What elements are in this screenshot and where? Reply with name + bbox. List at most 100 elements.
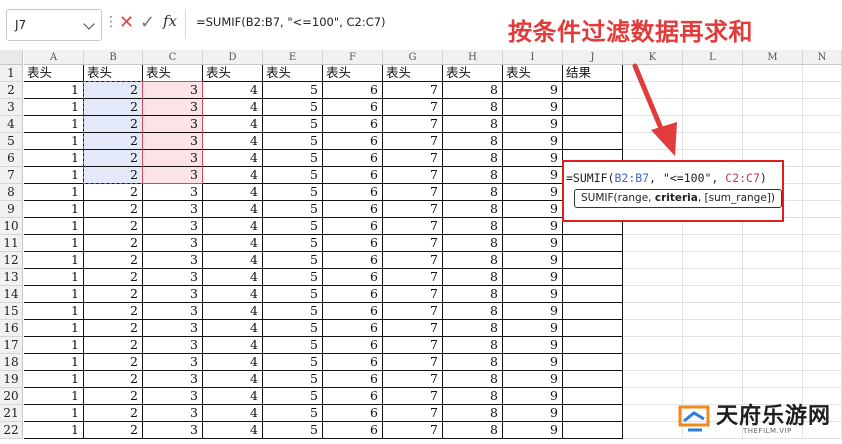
cell-d16[interactable]: 4 (203, 320, 263, 337)
cell-e16[interactable]: 5 (263, 320, 323, 337)
row-header-3[interactable]: 3 (0, 99, 23, 116)
cell-a20[interactable]: 1 (24, 388, 84, 405)
cell-l12[interactable] (683, 252, 743, 269)
cell-j3[interactable] (563, 99, 623, 116)
column-header-i[interactable]: I (503, 50, 563, 65)
cell-i2[interactable]: 9 (503, 82, 563, 99)
cell-e5[interactable]: 5 (263, 133, 323, 150)
column-header-g[interactable]: G (383, 50, 443, 65)
cell-k13[interactable] (623, 269, 683, 286)
column-header-j[interactable]: J (563, 50, 623, 65)
cell-l17[interactable] (683, 337, 743, 354)
cell-i4[interactable]: 9 (503, 116, 563, 133)
cell-h8[interactable]: 8 (443, 184, 503, 201)
cell-f4[interactable]: 6 (323, 116, 383, 133)
cell-l13[interactable] (683, 269, 743, 286)
row-header-1[interactable]: 1 (0, 65, 23, 82)
cell-l14[interactable] (683, 286, 743, 303)
cell-g7[interactable]: 7 (383, 167, 443, 184)
column-header-h[interactable]: H (443, 50, 503, 65)
cell-g12[interactable]: 7 (383, 252, 443, 269)
cell-c9[interactable]: 3 (143, 201, 203, 218)
cell-e4[interactable]: 5 (263, 116, 323, 133)
cell-m2[interactable] (743, 82, 803, 99)
cell-j11[interactable] (563, 235, 623, 252)
cell-a18[interactable]: 1 (24, 354, 84, 371)
cell-k14[interactable] (623, 286, 683, 303)
cell-b12[interactable]: 2 (84, 252, 143, 269)
cell-m11[interactable] (743, 235, 803, 252)
cell-m18[interactable] (743, 354, 803, 371)
cell-e2[interactable]: 5 (263, 82, 323, 99)
cell-e18[interactable]: 5 (263, 354, 323, 371)
cell-d10[interactable]: 4 (203, 218, 263, 235)
row-header-17[interactable]: 17 (0, 337, 23, 354)
cell-g17[interactable]: 7 (383, 337, 443, 354)
cell-f3[interactable]: 6 (323, 99, 383, 116)
cell-b1[interactable]: 表头 (84, 65, 143, 82)
cell-k16[interactable] (623, 320, 683, 337)
select-all-corner[interactable] (0, 50, 23, 65)
cell-h7[interactable]: 8 (443, 167, 503, 184)
cell-c1[interactable]: 表头 (143, 65, 203, 82)
cell-g8[interactable]: 7 (383, 184, 443, 201)
cell-c6[interactable]: 3 (143, 150, 203, 167)
cell-b2[interactable]: 2 (84, 82, 143, 99)
cell-k11[interactable] (623, 235, 683, 252)
cell-h10[interactable]: 8 (443, 218, 503, 235)
cell-b7[interactable]: 2 (84, 167, 143, 184)
cell-m17[interactable] (743, 337, 803, 354)
cell-a1[interactable]: 表头 (24, 65, 84, 82)
cell-a16[interactable]: 1 (24, 320, 84, 337)
cell-b20[interactable]: 2 (84, 388, 143, 405)
cell-b9[interactable]: 2 (84, 201, 143, 218)
cell-f5[interactable]: 6 (323, 133, 383, 150)
cell-i10[interactable]: 9 (503, 218, 563, 235)
cell-m4[interactable] (743, 116, 803, 133)
cell-a22[interactable]: 1 (24, 422, 84, 439)
cell-f10[interactable]: 6 (323, 218, 383, 235)
cell-m15[interactable] (743, 303, 803, 320)
row-header-19[interactable]: 19 (0, 371, 23, 388)
cell-i14[interactable]: 9 (503, 286, 563, 303)
cell-formula[interactable]: =SUMIF(B2:B7, "<=100", C2:C7) (566, 171, 767, 185)
cell-f15[interactable]: 6 (323, 303, 383, 320)
cell-m16[interactable] (743, 320, 803, 337)
row-header-7[interactable]: 7 (0, 167, 23, 184)
column-header-a[interactable]: A (24, 50, 84, 65)
cell-h18[interactable]: 8 (443, 354, 503, 371)
cell-d5[interactable]: 4 (203, 133, 263, 150)
cell-n16[interactable] (803, 320, 842, 337)
cell-e11[interactable]: 5 (263, 235, 323, 252)
cell-h6[interactable]: 8 (443, 150, 503, 167)
cell-i9[interactable]: 9 (503, 201, 563, 218)
cell-f16[interactable]: 6 (323, 320, 383, 337)
cell-b8[interactable]: 2 (84, 184, 143, 201)
cell-a15[interactable]: 1 (24, 303, 84, 320)
cell-a6[interactable]: 1 (24, 150, 84, 167)
cell-b15[interactable]: 2 (84, 303, 143, 320)
cell-h1[interactable]: 表头 (443, 65, 503, 82)
column-header-c[interactable]: C (143, 50, 203, 65)
cell-j20[interactable] (563, 388, 623, 405)
cell-h14[interactable]: 8 (443, 286, 503, 303)
cell-l2[interactable] (683, 82, 743, 99)
cell-i13[interactable]: 9 (503, 269, 563, 286)
cell-i11[interactable]: 9 (503, 235, 563, 252)
cell-b6[interactable]: 2 (84, 150, 143, 167)
cell-l11[interactable] (683, 235, 743, 252)
cell-k19[interactable] (623, 371, 683, 388)
cell-n6[interactable] (803, 150, 842, 167)
cell-d15[interactable]: 4 (203, 303, 263, 320)
cell-m14[interactable] (743, 286, 803, 303)
cell-e7[interactable]: 5 (263, 167, 323, 184)
cell-j22[interactable] (563, 422, 623, 439)
cell-e12[interactable]: 5 (263, 252, 323, 269)
cell-h3[interactable]: 8 (443, 99, 503, 116)
cell-j21[interactable] (563, 405, 623, 422)
cell-n12[interactable] (803, 252, 842, 269)
cell-d11[interactable]: 4 (203, 235, 263, 252)
cell-j19[interactable] (563, 371, 623, 388)
cell-c19[interactable]: 3 (143, 371, 203, 388)
cell-l1[interactable] (683, 65, 743, 82)
